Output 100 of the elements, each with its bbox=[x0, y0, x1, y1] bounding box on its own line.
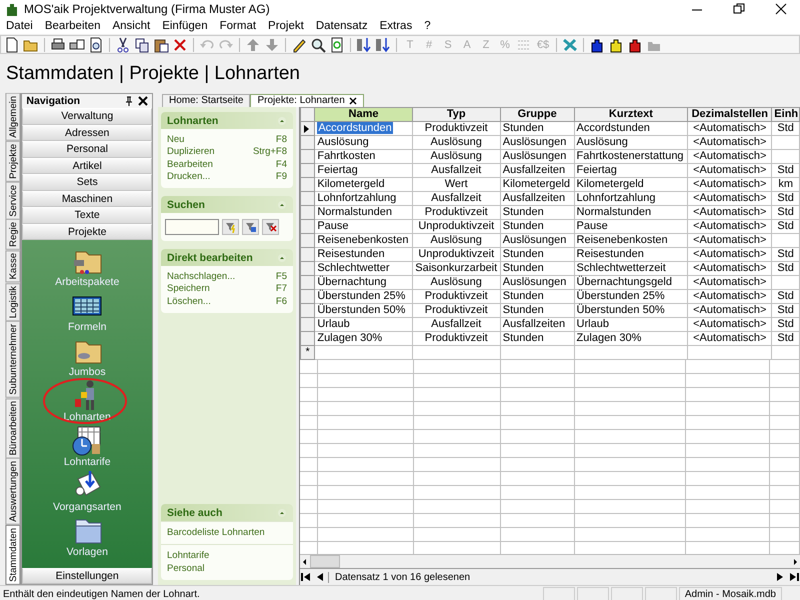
close-icon[interactable] bbox=[138, 96, 148, 106]
side-tab[interactable]: Büroarbeiten bbox=[5, 398, 20, 458]
navigation-item[interactable]: Vorlagen bbox=[66, 546, 108, 558]
navigation-group-button[interactable]: Verwaltung bbox=[22, 108, 152, 124]
column-header[interactable]: Dezimalstellen bbox=[688, 108, 772, 122]
side-tab[interactable]: Auswertungen bbox=[5, 458, 20, 525]
filter-button[interactable] bbox=[222, 219, 239, 236]
down-arrow-icon[interactable] bbox=[264, 36, 280, 52]
navigation-item[interactable]: Vorgangsarten bbox=[53, 501, 122, 513]
clear-filter-button[interactable] bbox=[262, 219, 279, 236]
menu-item[interactable]: Format bbox=[218, 20, 258, 32]
menu-item[interactable]: Einfügen bbox=[161, 20, 209, 32]
menu-item[interactable]: Datei bbox=[5, 20, 34, 32]
copy-icon[interactable] bbox=[134, 36, 150, 52]
table-cell: Stunden bbox=[500, 248, 574, 262]
navigation-item[interactable]: Lohntarife bbox=[64, 456, 111, 468]
side-tab[interactable]: Projekte bbox=[5, 140, 20, 182]
cut-icon[interactable] bbox=[115, 36, 131, 52]
table-cell bbox=[772, 136, 800, 150]
task-link[interactable]: Drucken... bbox=[167, 170, 210, 184]
close-icon[interactable] bbox=[348, 97, 357, 105]
document-tab[interactable]: Home: Startseite bbox=[162, 94, 250, 107]
navigation-group-button[interactable]: Texte bbox=[22, 207, 152, 224]
paste-icon[interactable] bbox=[153, 36, 169, 52]
last-record-icon[interactable] bbox=[788, 571, 800, 583]
scrollbar-thumb[interactable] bbox=[310, 555, 340, 568]
print-preview-icon[interactable] bbox=[88, 36, 104, 52]
new-row-marker: * bbox=[300, 346, 315, 360]
section-title: Direkt bearbeiten bbox=[167, 252, 253, 264]
table-cell: Schlechtwetter bbox=[314, 262, 412, 276]
navigation-group-button[interactable]: Einstellungen bbox=[22, 568, 152, 584]
navigation-item[interactable]: Jumbos bbox=[68, 366, 106, 378]
new-document-icon[interactable] bbox=[4, 36, 20, 52]
puzzle-person-icon[interactable] bbox=[627, 36, 643, 52]
section-title: Siehe auch bbox=[167, 506, 222, 519]
task-link[interactable]: Lohntarife bbox=[167, 550, 210, 563]
side-tab[interactable]: Service bbox=[5, 182, 20, 220]
pencil-icon[interactable] bbox=[291, 36, 307, 52]
task-link[interactable]: Bearbeiten bbox=[167, 158, 213, 171]
delete-icon[interactable] bbox=[172, 36, 188, 52]
menu-item[interactable]: Datensatz bbox=[314, 20, 369, 32]
restore-icon[interactable] bbox=[732, 2, 746, 16]
table-cell: <Automatisch> bbox=[688, 332, 772, 346]
column-header[interactable]: Typ bbox=[412, 108, 500, 122]
table-cell: Auslösung bbox=[412, 136, 500, 150]
table-cell: Ausfallzeiten bbox=[500, 164, 574, 178]
column-header[interactable]: Gruppe bbox=[500, 108, 574, 122]
side-tab[interactable]: Allgemein bbox=[5, 93, 20, 141]
column-header[interactable]: Name bbox=[314, 108, 412, 122]
table-cell bbox=[772, 234, 800, 248]
table-cell: Zulagen 30% bbox=[314, 332, 412, 346]
navigation-item[interactable]: Lohnarten bbox=[64, 411, 111, 423]
navigation-group-button[interactable]: Artikel bbox=[22, 158, 152, 174]
task-link[interactable]: Neu bbox=[167, 134, 184, 146]
side-tab[interactable]: Logistik bbox=[5, 282, 20, 321]
task-link[interactable]: Nachschlagen... bbox=[167, 271, 236, 284]
menu-item[interactable]: Ansicht bbox=[111, 20, 152, 32]
table-cell: <Automatisch> bbox=[688, 136, 772, 150]
table-cell: Std bbox=[772, 248, 800, 262]
navigation-group-button[interactable]: Personal bbox=[22, 141, 152, 158]
navigation-group-button[interactable]: Sets bbox=[22, 174, 152, 190]
side-tab[interactable]: Subunternehmer bbox=[5, 320, 20, 398]
menu-item[interactable]: Bearbeiten bbox=[44, 20, 102, 32]
refresh-document-icon[interactable] bbox=[329, 36, 345, 52]
task-link[interactable]: Personal bbox=[167, 562, 204, 575]
column-header[interactable]: Kurztext bbox=[574, 108, 688, 122]
side-tab[interactable]: Kasse bbox=[5, 250, 20, 282]
menu-item[interactable]: ? bbox=[423, 20, 432, 32]
collapse-icon[interactable] bbox=[277, 116, 287, 126]
search-icon[interactable] bbox=[310, 36, 326, 52]
menu-item[interactable]: Extras bbox=[378, 20, 414, 32]
side-tab[interactable]: Regie bbox=[5, 219, 20, 250]
task-link[interactable]: Speichern bbox=[167, 283, 210, 296]
filter-button[interactable] bbox=[242, 219, 259, 236]
task-link[interactable]: Barcodeliste Lohnarten bbox=[167, 527, 265, 540]
pin-icon[interactable] bbox=[124, 96, 134, 106]
task-link[interactable]: Duplizieren bbox=[167, 146, 215, 159]
puzzle-person-icon[interactable] bbox=[589, 36, 605, 52]
first-record-icon[interactable] bbox=[300, 571, 312, 583]
search-field[interactable] bbox=[165, 219, 219, 236]
menu-item[interactable]: Projekt bbox=[267, 20, 305, 32]
table-cell: Auslösung bbox=[574, 136, 688, 150]
side-tab[interactable]: Stammdaten bbox=[5, 524, 20, 585]
navigation-group-button[interactable]: Projekte bbox=[22, 224, 152, 240]
navigation-group-button[interactable]: Adressen bbox=[22, 124, 152, 141]
up-arrow-icon[interactable] bbox=[245, 36, 261, 52]
collapse-icon[interactable] bbox=[277, 200, 287, 210]
close-icon[interactable] bbox=[774, 2, 788, 16]
collapse-icon[interactable] bbox=[277, 252, 287, 263]
row-header[interactable] bbox=[300, 122, 315, 136]
table-cell: Std bbox=[772, 164, 800, 178]
collapse-icon[interactable] bbox=[277, 508, 287, 518]
puzzle-person-icon[interactable] bbox=[608, 36, 624, 52]
navigation-group-button[interactable]: Maschinen bbox=[22, 190, 152, 207]
sort-ascending-icon[interactable] bbox=[356, 36, 372, 52]
task-link[interactable]: Löschen... bbox=[167, 296, 211, 308]
sort-descending-icon[interactable] bbox=[375, 36, 391, 52]
table-cell: km bbox=[772, 178, 800, 192]
column-header[interactable]: Einh bbox=[772, 108, 800, 122]
document-tab[interactable]: Projekte: Lohnarten bbox=[250, 94, 364, 107]
